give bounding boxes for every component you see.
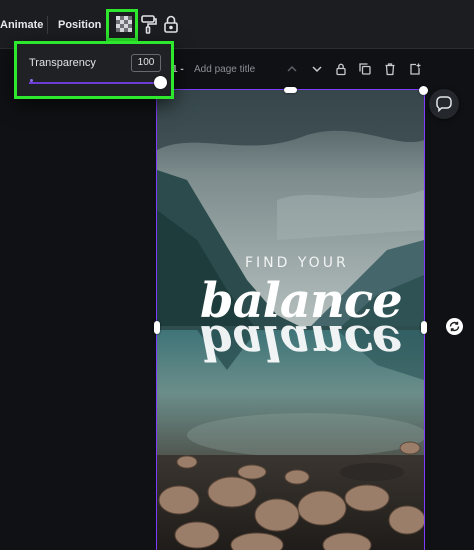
chevron-down-icon[interactable] — [310, 62, 324, 76]
resize-handle-top-right[interactable] — [419, 86, 428, 95]
duplicate-icon[interactable] — [358, 62, 372, 76]
comment-button[interactable] — [429, 89, 459, 119]
trash-icon[interactable] — [383, 62, 397, 76]
paint-format-icon[interactable] — [137, 13, 159, 35]
lock-icon[interactable] — [160, 13, 182, 35]
transparency-popover: Transparency 100 — [14, 41, 174, 99]
rotate-button[interactable] — [446, 318, 463, 335]
slider-start-dot — [30, 79, 33, 82]
chevron-up-icon[interactable] — [285, 62, 299, 76]
headline-small[interactable]: FIND YOUR — [245, 255, 349, 271]
position-button[interactable]: Position — [58, 14, 101, 36]
transparency-slider-track[interactable] — [29, 82, 161, 84]
animate-button[interactable]: Animate — [0, 14, 43, 36]
transparency-label: Transparency — [29, 57, 96, 69]
comment-refresh-icon — [436, 96, 452, 113]
add-page-icon[interactable] — [408, 62, 422, 76]
transparency-slider-thumb[interactable] — [154, 76, 167, 89]
page-lock-icon[interactable] — [334, 62, 348, 76]
resize-handle-right[interactable] — [421, 321, 427, 334]
transparency-value-input[interactable]: 100 — [131, 54, 161, 72]
add-page-title[interactable]: Add page title — [194, 64, 255, 75]
rotate-icon — [449, 321, 460, 332]
headline-reflection[interactable]: balance — [200, 314, 402, 370]
transparency-highlight — [106, 9, 138, 41]
toolbar-divider — [47, 16, 48, 34]
resize-handle-left[interactable] — [154, 321, 160, 334]
resize-handle-top[interactable] — [284, 87, 297, 93]
